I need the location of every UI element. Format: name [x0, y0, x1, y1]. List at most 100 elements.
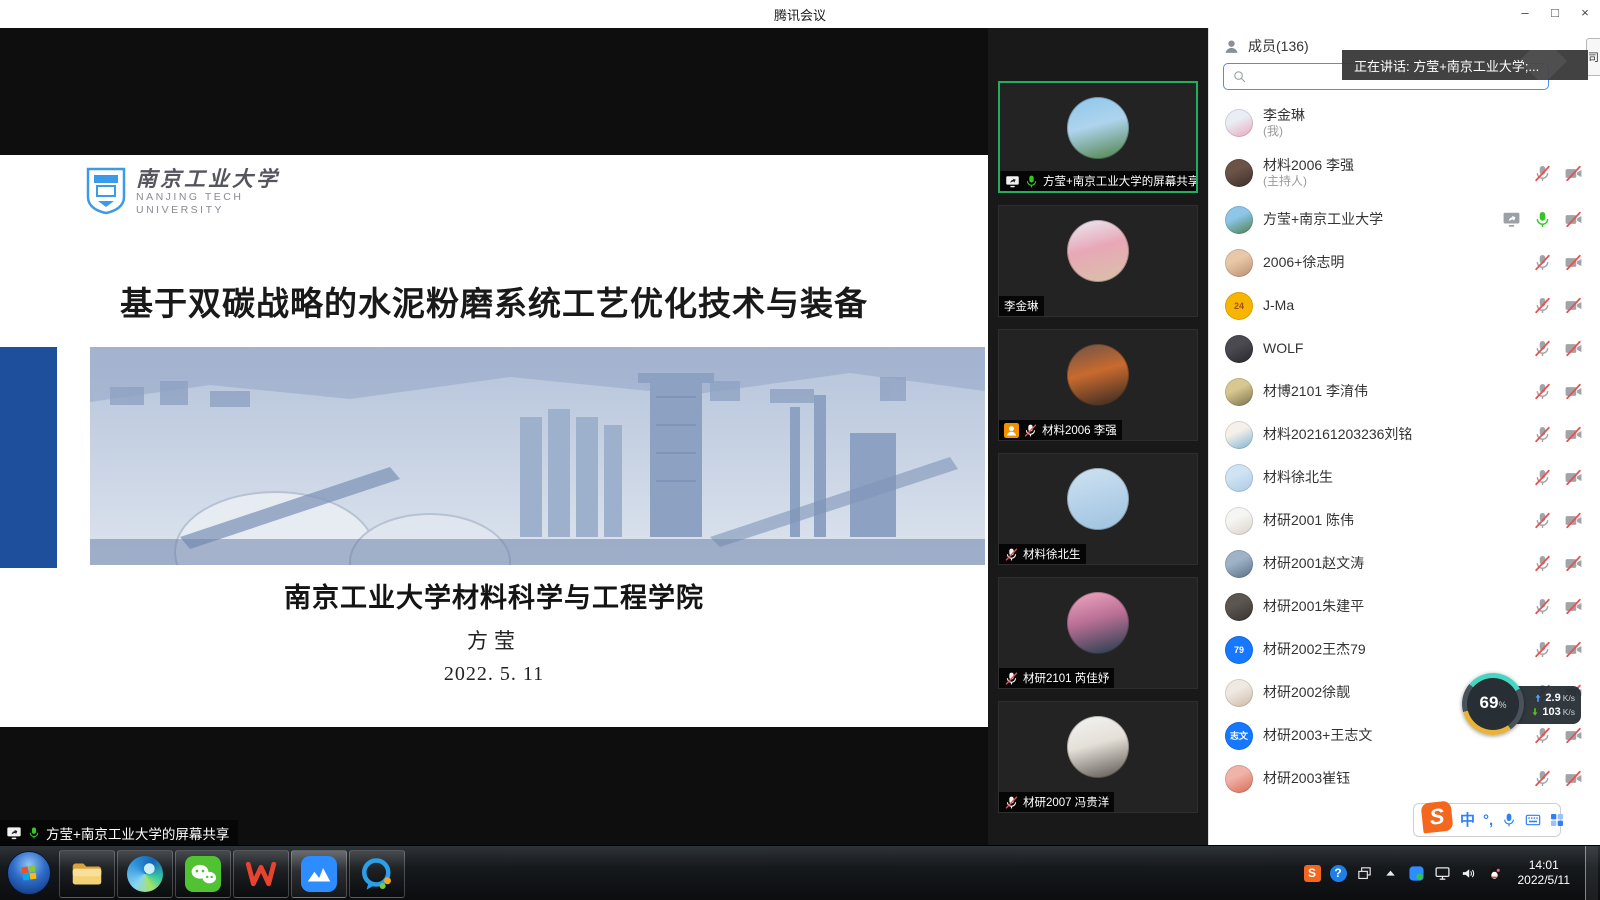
- tray-help-icon[interactable]: ?: [1330, 865, 1347, 882]
- member-row[interactable]: 材研2001 陈伟: [1209, 499, 1600, 542]
- mic-muted-icon[interactable]: [1533, 382, 1552, 401]
- university-logo: 南京工业大学 NANJING TECH UNIVERSITY: [86, 167, 280, 217]
- tile-label: 材料2006 李强: [999, 420, 1122, 440]
- member-row[interactable]: 材料2006 李强(主持人): [1209, 148, 1600, 198]
- mic-muted-icon[interactable]: [1533, 164, 1552, 183]
- cam-muted-icon[interactable]: [1564, 253, 1583, 272]
- member-name: 材研2003崔钰: [1263, 770, 1350, 787]
- member-status-icons: [1533, 253, 1585, 272]
- cam-muted-icon[interactable]: [1564, 382, 1583, 401]
- cam-muted-icon[interactable]: [1564, 726, 1583, 745]
- sogou-logo-icon[interactable]: S: [1421, 801, 1454, 834]
- member-row[interactable]: 2006+徐志明: [1209, 241, 1600, 284]
- member-row[interactable]: WOLF: [1209, 327, 1600, 370]
- tray-restore-icon[interactable]: [1356, 865, 1373, 882]
- taskbar-edge[interactable]: [117, 850, 173, 898]
- minimize-button[interactable]: –: [1510, 0, 1540, 26]
- video-tile[interactable]: 方莹+南京工业大学的屏幕共享: [998, 81, 1198, 193]
- screen-share-icon[interactable]: [1502, 210, 1521, 229]
- taskbar-explorer[interactable]: [59, 850, 115, 898]
- mic-muted-icon[interactable]: [1533, 511, 1552, 530]
- ime-chinese-mode[interactable]: 中: [1460, 813, 1475, 828]
- avatar: [1225, 507, 1253, 535]
- mic-muted-white-icon: [1023, 423, 1038, 438]
- member-status-icons: [1533, 769, 1585, 788]
- avatar: [1225, 679, 1253, 707]
- member-row[interactable]: 材研2001赵文涛: [1209, 542, 1600, 585]
- mic-muted-icon[interactable]: [1533, 769, 1552, 788]
- ime-punctuation[interactable]: °,: [1483, 813, 1493, 828]
- cam-muted-icon[interactable]: [1564, 425, 1583, 444]
- tray-sogou-icon[interactable]: S: [1304, 865, 1321, 882]
- start-button[interactable]: [0, 846, 58, 900]
- window-title: 腾讯会议: [774, 5, 826, 24]
- video-tile[interactable]: 李金琳: [998, 205, 1198, 317]
- mic-muted-icon[interactable]: [1533, 726, 1552, 745]
- mic-muted-icon[interactable]: [1533, 468, 1552, 487]
- mic-on-icon[interactable]: [1533, 210, 1552, 229]
- member-row[interactable]: 材料202161203236刘铭: [1209, 413, 1600, 456]
- mic-muted-icon[interactable]: [1533, 339, 1552, 358]
- side-panel-handle[interactable]: 司: [1586, 38, 1600, 76]
- avatar: [1067, 220, 1129, 282]
- tray-meeting-icon[interactable]: [1408, 865, 1425, 882]
- mic-muted-icon[interactable]: [1533, 597, 1552, 616]
- tray-volume-icon[interactable]: [1460, 865, 1477, 882]
- taskbar-clock[interactable]: 14:01 2022/5/11: [1512, 858, 1577, 888]
- taskbar-tencent-meeting[interactable]: [291, 850, 347, 898]
- member-row[interactable]: 方莹+南京工业大学: [1209, 198, 1600, 241]
- tray-qq-icon[interactable]: [1486, 865, 1503, 882]
- member-row[interactable]: 24J-Ma: [1209, 284, 1600, 327]
- close-button[interactable]: ×: [1570, 0, 1600, 26]
- mic-muted-icon[interactable]: [1533, 640, 1552, 659]
- member-row[interactable]: 材博2101 李淯伟: [1209, 370, 1600, 413]
- show-desktop-button[interactable]: [1585, 846, 1598, 900]
- member-row[interactable]: 79材研2002王杰79: [1209, 628, 1600, 671]
- cam-muted-icon[interactable]: [1564, 339, 1583, 358]
- member-name-block: 李金琳(我): [1263, 107, 1305, 139]
- mic-muted-icon[interactable]: [1533, 425, 1552, 444]
- cam-muted-icon[interactable]: [1564, 640, 1583, 659]
- avatar: [1225, 159, 1253, 187]
- mic-muted-icon[interactable]: [1533, 296, 1552, 315]
- cam-muted-icon[interactable]: [1564, 296, 1583, 315]
- cam-muted-icon[interactable]: [1564, 597, 1583, 616]
- slide-author: 方莹: [0, 625, 988, 655]
- taskbar-wechat[interactable]: [175, 850, 231, 898]
- tile-name: 材研2101 芮佳妤: [1023, 670, 1109, 686]
- member-row[interactable]: 材研2001朱建平: [1209, 585, 1600, 628]
- ime-voice-icon[interactable]: [1501, 812, 1517, 828]
- member-name-block: 材研2001赵文涛: [1263, 555, 1364, 572]
- tile-label: 材料徐北生: [999, 544, 1086, 564]
- member-name: 材料202161203236刘铭: [1263, 426, 1412, 443]
- cam-muted-icon[interactable]: [1564, 164, 1583, 183]
- mic-muted-icon[interactable]: [1533, 554, 1552, 573]
- cam-muted-icon[interactable]: [1564, 554, 1583, 573]
- ime-keyboard-icon[interactable]: [1525, 812, 1541, 828]
- member-row[interactable]: 材料徐北生: [1209, 456, 1600, 499]
- avatar: [1225, 109, 1253, 137]
- cam-muted-icon[interactable]: [1564, 511, 1583, 530]
- member-row[interactable]: 李金琳(我): [1209, 98, 1600, 148]
- member-row[interactable]: 材研2003崔钰: [1209, 757, 1600, 800]
- member-name: 材料徐北生: [1263, 469, 1333, 486]
- taskbar-chat-app[interactable]: [349, 850, 405, 898]
- hidden-icons-arrow[interactable]: [1382, 865, 1399, 882]
- taskbar-wps[interactable]: [233, 850, 289, 898]
- video-tile[interactable]: 材料2006 李强: [998, 329, 1198, 441]
- maximize-button[interactable]: □: [1540, 0, 1570, 26]
- mic-muted-white-icon: [1004, 795, 1019, 810]
- network-quality-gauge[interactable]: 69 %: [1462, 673, 1524, 735]
- video-tile[interactable]: 材研2101 芮佳妤: [998, 577, 1198, 689]
- cam-muted-icon[interactable]: [1564, 769, 1583, 788]
- video-tile[interactable]: 材研2007 冯贵洋: [998, 701, 1198, 813]
- video-tile[interactable]: 材料徐北生: [998, 453, 1198, 565]
- cam-muted-icon[interactable]: [1564, 210, 1583, 229]
- cam-muted-icon[interactable]: [1564, 468, 1583, 487]
- ime-toolbox-icon[interactable]: [1549, 812, 1565, 828]
- member-status-icons: [1533, 382, 1585, 401]
- mic-muted-icon[interactable]: [1533, 253, 1552, 272]
- system-tray: S ?: [1304, 846, 1600, 900]
- member-name: 2006+徐志明: [1263, 254, 1344, 271]
- tray-network-icon[interactable]: [1434, 865, 1451, 882]
